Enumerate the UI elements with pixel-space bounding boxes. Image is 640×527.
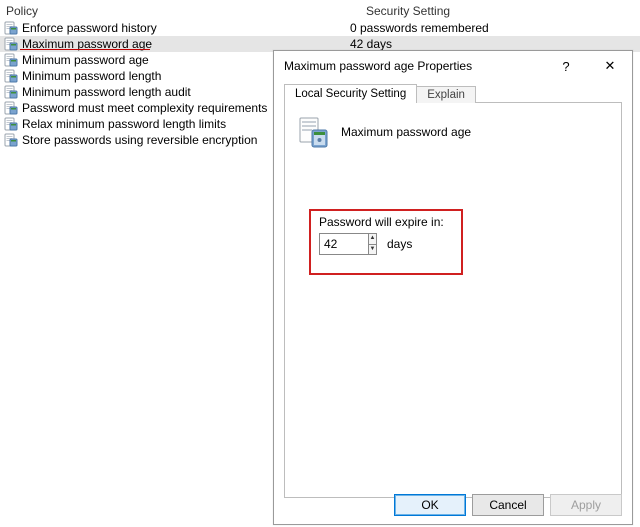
policy-list-header: Policy Security Setting — [0, 2, 640, 20]
tab-explain[interactable]: Explain — [416, 86, 476, 103]
properties-dialog: Maximum password age Properties ? ✕ Loca… — [273, 50, 633, 525]
dialog-title: Maximum password age Properties — [284, 59, 544, 73]
policy-name-cell: Minimum password length — [22, 68, 161, 84]
policy-name-cell: Relax minimum password length limits — [22, 116, 226, 132]
ok-button[interactable]: OK — [394, 494, 466, 516]
expire-value-input[interactable] — [320, 234, 368, 254]
policy-doc-icon — [4, 101, 18, 115]
tab-local-security[interactable]: Local Security Setting — [284, 84, 417, 103]
policy-name-cell: Minimum password length audit — [22, 84, 191, 100]
policy-doc-icon — [4, 85, 18, 99]
dialog-tabs: Local Security Setting Explain — [274, 81, 632, 103]
dialog-policy-name: Maximum password age — [341, 125, 471, 139]
policy-name-cell: Enforce password history — [22, 20, 157, 36]
help-button[interactable]: ? — [544, 51, 588, 81]
spinner-up[interactable]: ▲ — [369, 234, 376, 245]
tab-panel-local: Maximum password age Password will expir… — [284, 102, 622, 498]
column-header-setting[interactable]: Security Setting — [360, 2, 640, 20]
policy-name-cell: Minimum password age — [22, 52, 149, 68]
policy-row[interactable]: Enforce password history 0 passwords reme… — [0, 20, 640, 36]
expire-unit: days — [387, 237, 412, 251]
annotation-underline — [20, 49, 150, 50]
policy-doc-icon — [4, 37, 18, 51]
policy-doc-icon — [4, 21, 18, 35]
cancel-button[interactable]: Cancel — [472, 494, 544, 516]
policy-name-cell: Password must meet complexity requiremen… — [22, 100, 267, 116]
policy-name-cell: Store passwords using reversible encrypt… — [22, 132, 257, 148]
policy-setting-cell: 0 passwords remembered — [348, 20, 640, 36]
apply-button[interactable]: Apply — [550, 494, 622, 516]
policy-doc-icon — [4, 53, 18, 67]
policy-large-icon — [299, 115, 329, 149]
dialog-titlebar[interactable]: Maximum password age Properties ? ✕ — [274, 51, 632, 81]
expire-label: Password will expire in: — [319, 215, 453, 229]
column-header-policy[interactable]: Policy — [0, 2, 360, 20]
policy-doc-icon — [4, 117, 18, 131]
close-button[interactable]: ✕ — [588, 51, 632, 81]
policy-doc-icon — [4, 69, 18, 83]
policy-doc-icon — [4, 133, 18, 147]
spinner-down[interactable]: ▼ — [369, 245, 376, 255]
dialog-button-row: OK Cancel Apply — [394, 494, 622, 516]
expire-spinner[interactable]: ▲ ▼ — [319, 233, 377, 255]
expire-highlight-box: Password will expire in: ▲ ▼ days — [309, 209, 463, 275]
